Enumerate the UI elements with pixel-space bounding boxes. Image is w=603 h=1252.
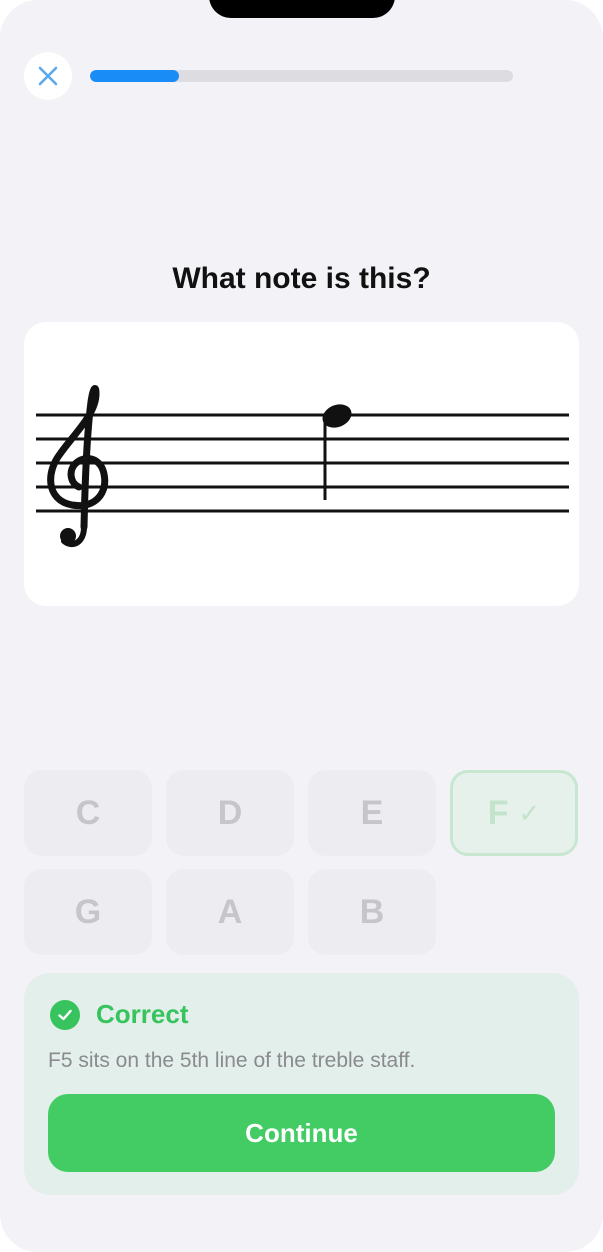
staff-card bbox=[24, 322, 579, 606]
feedback-panel: Correct F5 sits on the 5th line of the t… bbox=[24, 973, 579, 1195]
quarter-note-f5 bbox=[322, 404, 352, 500]
treble-clef-icon bbox=[47, 384, 109, 548]
check-icon: ✓ bbox=[518, 797, 541, 828]
answer-label: A bbox=[217, 892, 243, 931]
answer-label: E bbox=[360, 793, 384, 832]
app-screen: What note is this? C D E F ✓ G A B Corre… bbox=[0, 0, 603, 1252]
continue-button[interactable]: Continue bbox=[48, 1094, 555, 1172]
question-title: What note is this? bbox=[172, 262, 431, 295]
feedback-message: F5 sits on the 5th line of the treble st… bbox=[48, 1049, 416, 1072]
feedback-header: Correct bbox=[50, 999, 188, 1030]
progress-fill bbox=[90, 70, 179, 82]
lesson-progress-bar bbox=[90, 70, 513, 82]
check-circle-icon bbox=[50, 999, 80, 1030]
answer-button-e[interactable]: E bbox=[308, 770, 436, 856]
device-notch bbox=[209, 0, 395, 18]
answer-button-g[interactable]: G bbox=[24, 869, 152, 955]
answer-label: C bbox=[75, 793, 101, 832]
answer-button-d[interactable]: D bbox=[166, 770, 294, 856]
answer-label: G bbox=[74, 892, 102, 931]
answer-label: B bbox=[359, 892, 385, 931]
answer-button-b[interactable]: B bbox=[308, 869, 436, 955]
staff-lines bbox=[36, 413, 569, 513]
music-staff bbox=[36, 384, 569, 548]
answer-label: F bbox=[487, 793, 509, 832]
feedback-title: Correct bbox=[96, 999, 189, 1029]
answer-label: D bbox=[217, 793, 243, 832]
close-button[interactable] bbox=[24, 52, 72, 100]
answer-button-a[interactable]: A bbox=[166, 869, 294, 955]
answer-button-f[interactable]: F ✓ bbox=[450, 770, 578, 856]
close-icon bbox=[38, 66, 58, 86]
answer-button-c[interactable]: C bbox=[24, 770, 152, 856]
